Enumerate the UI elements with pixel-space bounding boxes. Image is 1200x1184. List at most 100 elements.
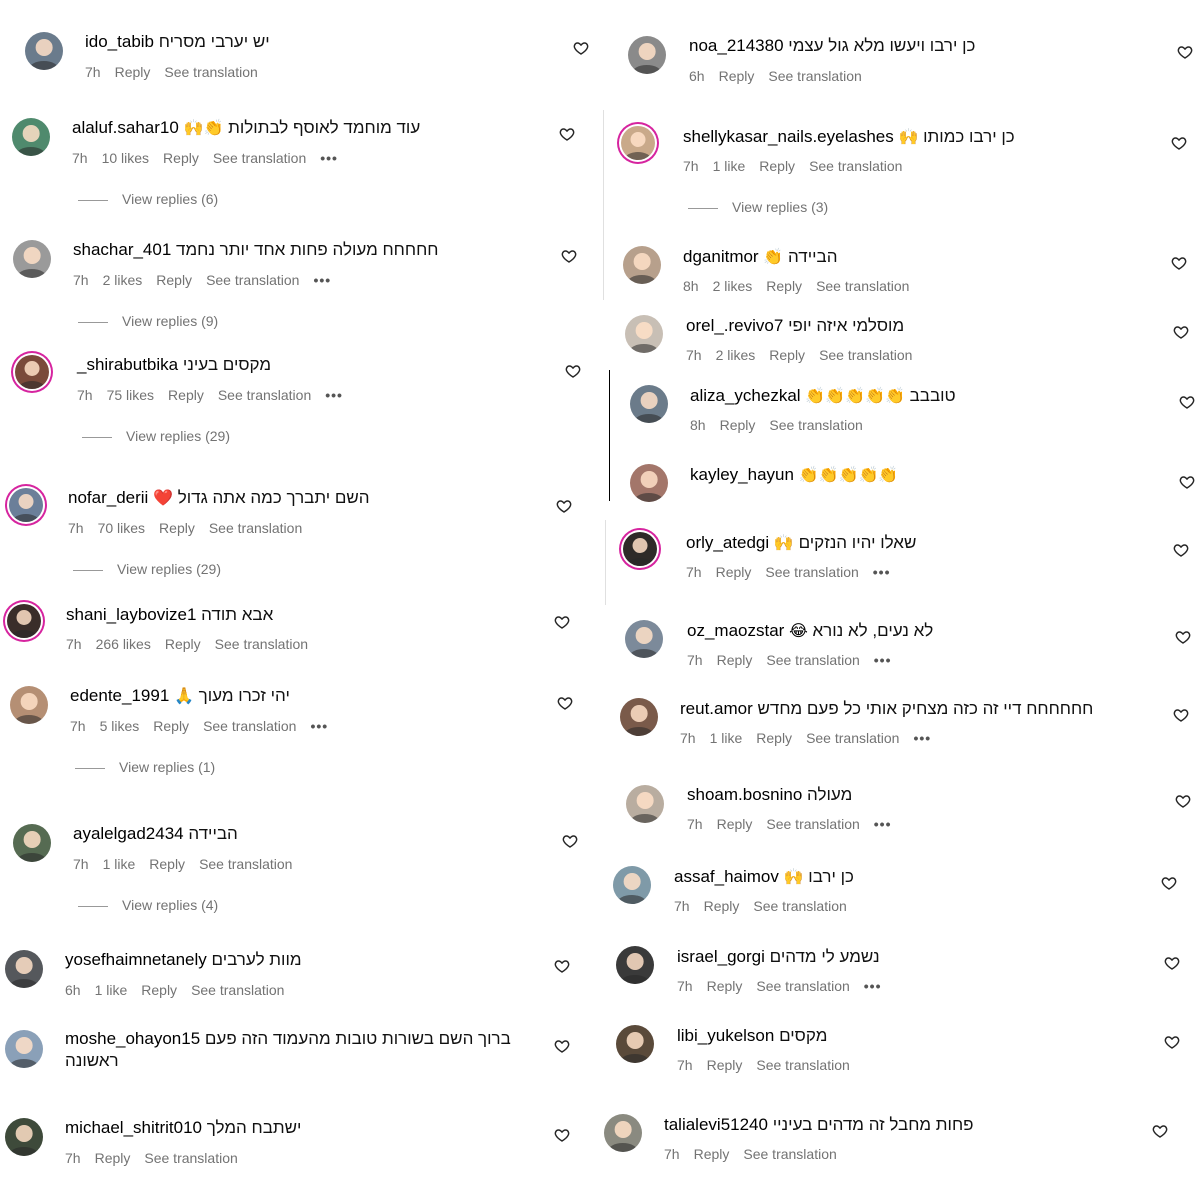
heart-outline-icon[interactable] xyxy=(1179,394,1195,410)
see-translation-link[interactable]: See translation xyxy=(191,982,284,998)
reply-button[interactable]: Reply xyxy=(719,68,755,84)
username[interactable]: shachar_401 xyxy=(73,240,171,259)
username[interactable]: orly_atedgi xyxy=(686,533,769,552)
likes-count[interactable]: 1 like xyxy=(95,982,128,998)
see-translation-link[interactable]: See translation xyxy=(209,520,302,536)
likes-count[interactable]: 75 likes xyxy=(107,387,154,403)
avatar[interactable] xyxy=(9,488,43,522)
heart-outline-icon[interactable] xyxy=(1164,1034,1180,1050)
reply-button[interactable]: Reply xyxy=(149,856,185,872)
reply-button[interactable]: Reply xyxy=(717,816,753,832)
more-dots-icon[interactable]: ••• xyxy=(313,272,331,288)
avatar[interactable] xyxy=(13,824,51,862)
reply-button[interactable]: Reply xyxy=(159,520,195,536)
reply-button[interactable]: Reply xyxy=(168,387,204,403)
more-dots-icon[interactable]: ••• xyxy=(873,564,891,580)
reply-button[interactable]: Reply xyxy=(95,1150,131,1166)
heart-outline-icon[interactable] xyxy=(1161,875,1177,891)
username[interactable]: shoam.bosnino xyxy=(687,785,802,804)
avatar[interactable] xyxy=(630,464,668,502)
reply-button[interactable]: Reply xyxy=(717,652,753,668)
heart-outline-icon[interactable] xyxy=(1171,135,1187,151)
username[interactable]: talialevi51240 xyxy=(664,1115,768,1134)
username[interactable]: edente_1991 xyxy=(70,686,169,705)
see-translation-link[interactable]: See translation xyxy=(768,68,861,84)
avatar[interactable] xyxy=(10,686,48,724)
reply-button[interactable]: Reply xyxy=(707,978,743,994)
view-replies-button[interactable]: View replies (6) xyxy=(78,191,218,207)
reply-button[interactable]: Reply xyxy=(115,64,151,80)
likes-count[interactable]: 1 like xyxy=(710,730,743,746)
see-translation-link[interactable]: See translation xyxy=(769,417,862,433)
heart-outline-icon[interactable] xyxy=(554,1038,570,1054)
username[interactable]: nofar_derii xyxy=(68,488,148,507)
view-replies-label[interactable]: View replies (4) xyxy=(122,897,218,913)
heart-outline-icon[interactable] xyxy=(1173,707,1189,723)
heart-outline-icon[interactable] xyxy=(565,363,581,379)
likes-count[interactable]: 10 likes xyxy=(102,150,149,166)
username[interactable]: shani_laybovize1 xyxy=(66,605,196,624)
avatar[interactable] xyxy=(5,1030,43,1068)
avatar[interactable] xyxy=(616,1025,654,1063)
avatar[interactable] xyxy=(628,36,666,74)
likes-count[interactable]: 266 likes xyxy=(96,636,151,652)
avatar[interactable] xyxy=(25,32,63,70)
reply-button[interactable]: Reply xyxy=(694,1146,730,1162)
reply-button[interactable]: Reply xyxy=(769,347,805,363)
see-translation-link[interactable]: See translation xyxy=(766,652,859,668)
see-translation-link[interactable]: See translation xyxy=(756,1057,849,1073)
view-replies-label[interactable]: View replies (29) xyxy=(126,428,230,444)
likes-count[interactable]: 1 like xyxy=(103,856,136,872)
view-replies-label[interactable]: View replies (29) xyxy=(117,561,221,577)
heart-outline-icon[interactable] xyxy=(559,126,575,142)
avatar[interactable] xyxy=(5,1118,43,1156)
view-replies-label[interactable]: View replies (3) xyxy=(732,199,828,215)
avatar[interactable] xyxy=(626,785,664,823)
likes-count[interactable]: 5 likes xyxy=(100,718,140,734)
username[interactable]: shellykasar_nails.eyelashes xyxy=(683,127,894,146)
see-translation-link[interactable]: See translation xyxy=(206,272,299,288)
username[interactable]: dganitmor xyxy=(683,247,759,266)
username[interactable]: michael_shitrit010 xyxy=(65,1118,202,1137)
username[interactable]: alaluf.sahar10 xyxy=(72,118,179,137)
avatar[interactable] xyxy=(5,950,43,988)
heart-outline-icon[interactable] xyxy=(554,1127,570,1143)
username[interactable]: yosefhaimnetanely xyxy=(65,950,207,969)
username[interactable]: ido_tabib xyxy=(85,32,154,51)
username[interactable]: orel_.revivo7 xyxy=(686,316,783,335)
reply-button[interactable]: Reply xyxy=(716,564,752,580)
see-translation-link[interactable]: See translation xyxy=(215,636,308,652)
see-translation-link[interactable]: See translation xyxy=(756,978,849,994)
likes-count[interactable]: 2 likes xyxy=(716,347,756,363)
username[interactable]: moshe_ohayon15 xyxy=(65,1029,200,1048)
more-dots-icon[interactable]: ••• xyxy=(310,718,328,734)
likes-count[interactable]: 1 like xyxy=(713,158,746,174)
heart-outline-icon[interactable] xyxy=(1179,474,1195,490)
avatar[interactable] xyxy=(604,1114,642,1152)
avatar[interactable] xyxy=(620,698,658,736)
reply-button[interactable]: Reply xyxy=(165,636,201,652)
username[interactable]: noa_214380 xyxy=(689,36,784,55)
see-translation-link[interactable]: See translation xyxy=(765,564,858,580)
reply-button[interactable]: Reply xyxy=(766,278,802,294)
username[interactable]: libi_yukelson xyxy=(677,1026,774,1045)
username[interactable]: israel_gorgi xyxy=(677,947,765,966)
see-translation-link[interactable]: See translation xyxy=(753,898,846,914)
likes-count[interactable]: 70 likes xyxy=(98,520,145,536)
more-dots-icon[interactable]: ••• xyxy=(874,652,892,668)
reply-button[interactable]: Reply xyxy=(163,150,199,166)
heart-outline-icon[interactable] xyxy=(1173,542,1189,558)
heart-outline-icon[interactable] xyxy=(1175,793,1191,809)
heart-outline-icon[interactable] xyxy=(573,40,589,56)
reply-button[interactable]: Reply xyxy=(156,272,192,288)
username[interactable]: _shirabutbika xyxy=(77,355,178,374)
view-replies-button[interactable]: View replies (29) xyxy=(73,561,221,577)
avatar[interactable] xyxy=(616,946,654,984)
see-translation-link[interactable]: See translation xyxy=(199,856,292,872)
see-translation-link[interactable]: See translation xyxy=(743,1146,836,1162)
avatar[interactable] xyxy=(625,620,663,658)
see-translation-link[interactable]: See translation xyxy=(144,1150,237,1166)
more-dots-icon[interactable]: ••• xyxy=(913,730,931,746)
view-replies-button[interactable]: View replies (9) xyxy=(78,313,218,329)
heart-outline-icon[interactable] xyxy=(561,248,577,264)
